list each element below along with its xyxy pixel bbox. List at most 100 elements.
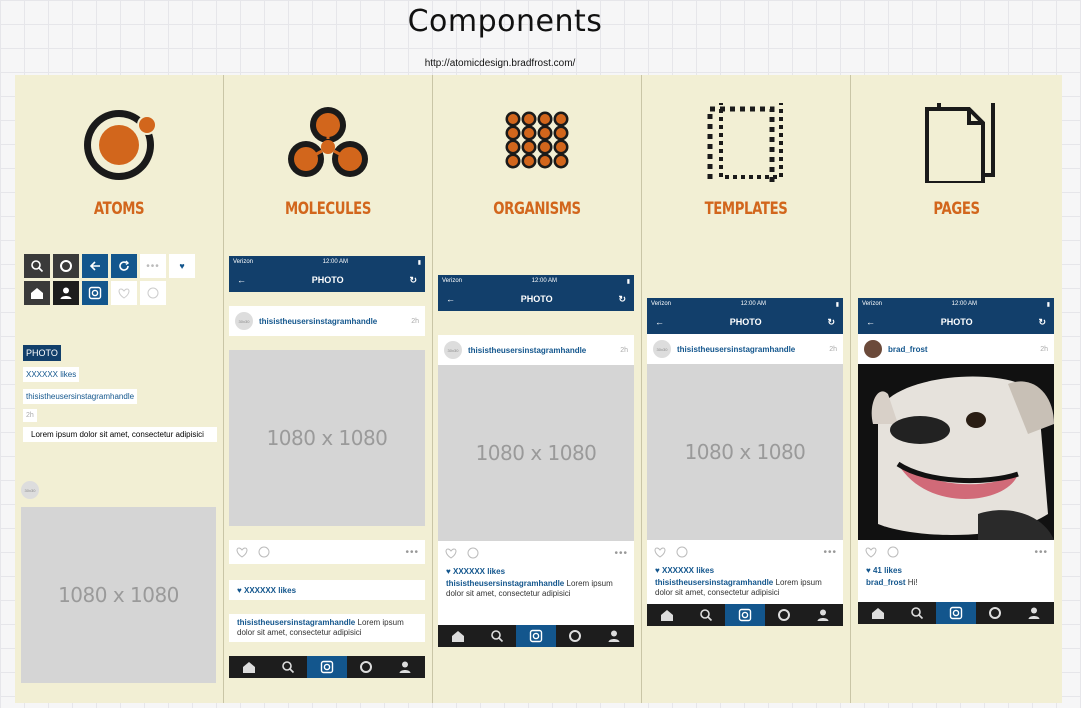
column-molecules: MOLECULES Verizon 12:00 AM ▮ ← PHOTO ↻ 30x30…: [224, 75, 433, 703]
tab-search[interactable]: [477, 625, 516, 647]
username-link[interactable]: thisistheusersinstagramhandle: [468, 346, 620, 355]
home-icon[interactable]: [24, 281, 50, 305]
clock-label: 12:00 AM: [951, 301, 978, 307]
tab-search[interactable]: [268, 656, 307, 678]
back-arrow-icon[interactable]: ←: [866, 317, 875, 327]
tab-activity[interactable]: [976, 602, 1015, 624]
molecule-phone: Verizon 12:00 AM ▮ ← PHOTO ↻ 30x30 thisistheu…: [229, 256, 425, 678]
more-dots-icon[interactable]: •••: [405, 547, 419, 558]
username-link[interactable]: brad_frost: [888, 345, 1040, 354]
time-label: 2h: [23, 409, 37, 422]
more-dots-icon[interactable]: •••: [823, 547, 837, 558]
nav-title: PHOTO: [311, 275, 344, 285]
caption-text: Lorem ipsum dolor sit amet, consectetur …: [23, 427, 217, 442]
clock-label: 12:00 AM: [322, 259, 349, 265]
user-row: 30x30 thisistheusersinstagramhandle 2h: [438, 335, 634, 365]
tab-camera[interactable]: [307, 656, 347, 678]
more-dots-icon[interactable]: •••: [614, 548, 628, 559]
caption-handle[interactable]: thisistheusersinstagramhandle: [655, 578, 773, 587]
tab-search[interactable]: [897, 602, 936, 624]
comment-icon[interactable]: [675, 545, 689, 559]
tab-home[interactable]: [229, 656, 268, 678]
nav-bar: ← PHOTO ↻: [647, 310, 843, 334]
more-dots-icon[interactable]: •••: [140, 254, 166, 278]
tab-profile[interactable]: [595, 625, 634, 647]
tab-bar: [438, 625, 634, 647]
status-bar: Verizon 12:00 AM ▮: [229, 256, 425, 268]
user-row: brad_frost 2h: [858, 334, 1054, 364]
tab-camera[interactable]: [936, 602, 976, 624]
more-dots-icon[interactable]: •••: [1034, 547, 1048, 558]
tab-home[interactable]: [858, 602, 897, 624]
comment-icon[interactable]: [140, 281, 166, 305]
activity-icon: [989, 607, 1002, 619]
profile-icon: [399, 661, 411, 673]
likes-row: ♥ XXXXXX likes: [655, 566, 715, 575]
heart-outline-icon[interactable]: [864, 545, 878, 559]
post-time: 2h: [411, 317, 419, 325]
column-title-organisms: ORGANISMS: [493, 199, 581, 219]
tab-bar: [229, 656, 425, 678]
atom-icon: [69, 103, 169, 181]
profile-icon[interactable]: [53, 281, 79, 305]
caption-row: thisistheusersinstagramhandle Lorem ipsu…: [438, 579, 634, 605]
back-arrow-icon[interactable]: ←: [655, 317, 664, 327]
comment-icon[interactable]: [886, 545, 900, 559]
tab-home[interactable]: [438, 625, 477, 647]
explore-icon[interactable]: [53, 254, 79, 278]
refresh-icon[interactable]: [111, 254, 137, 278]
tab-profile[interactable]: [386, 656, 425, 678]
home-icon: [451, 631, 464, 642]
home-icon: [660, 610, 673, 621]
tab-search[interactable]: [686, 604, 725, 626]
caption-text: Hi!: [907, 578, 918, 587]
tab-profile[interactable]: [804, 604, 843, 626]
carrier-label: Verizon: [862, 301, 883, 307]
refresh-icon[interactable]: ↻: [827, 317, 835, 328]
username-link[interactable]: thisistheusersinstagramhandle: [677, 345, 829, 354]
caption-handle[interactable]: thisistheusersinstagramhandle: [237, 618, 355, 627]
caption-handle[interactable]: brad_frost: [866, 578, 906, 587]
tab-camera[interactable]: [516, 625, 556, 647]
back-arrow-icon[interactable]: ←: [446, 294, 455, 304]
search-icon[interactable]: [24, 254, 50, 278]
caption-handle[interactable]: thisistheusersinstagramhandle: [446, 579, 564, 588]
refresh-icon[interactable]: ↻: [1038, 317, 1046, 328]
tab-activity[interactable]: [347, 656, 386, 678]
caption-row: thisistheusersinstagramhandle Lorem ipsu…: [229, 614, 425, 642]
tab-activity[interactable]: [556, 625, 595, 647]
avatar: 30x30: [21, 481, 39, 499]
tab-camera[interactable]: [725, 604, 765, 626]
clock-label: 12:00 AM: [740, 301, 767, 307]
search-icon: [490, 630, 503, 643]
tab-bar: [858, 602, 1054, 624]
tab-home[interactable]: [647, 604, 686, 626]
small-heart-icon[interactable]: ♥: [169, 254, 195, 278]
caption-row: brad_frost Hi!: [858, 578, 1054, 602]
back-arrow-icon[interactable]: ←: [237, 275, 246, 285]
column-templates: TEMPLATES Verizon 12:00 AM ▮ ← PHOTO ↻ 30x30…: [642, 75, 851, 703]
heart-outline-icon[interactable]: [235, 545, 249, 559]
pages-icon: [907, 97, 1007, 185]
likes-row: ♥ XXXXXX likes: [229, 580, 425, 600]
comment-icon[interactable]: [466, 546, 480, 560]
home-icon: [242, 662, 255, 673]
username-link[interactable]: thisistheusersinstagramhandle: [259, 317, 411, 326]
heart-outline-icon[interactable]: [653, 545, 667, 559]
refresh-icon[interactable]: ↻: [618, 294, 626, 305]
camera-icon[interactable]: [82, 281, 108, 305]
atom-icon-row-2: [24, 281, 166, 305]
back-arrow-icon[interactable]: [82, 254, 108, 278]
action-bar: •••: [858, 540, 1054, 564]
heart-outline-icon[interactable]: [111, 281, 137, 305]
tab-profile[interactable]: [1015, 602, 1054, 624]
organism-phone: Verizon 12:00 AM ▮ ← PHOTO ↻ 30x30 thisistheu…: [438, 275, 634, 647]
comment-icon[interactable]: [257, 545, 271, 559]
column-title-atoms: ATOMS: [93, 199, 145, 219]
heart-outline-icon[interactable]: [444, 546, 458, 560]
nav-title: PHOTO: [520, 294, 553, 304]
refresh-icon[interactable]: ↻: [409, 275, 417, 286]
profile-icon: [817, 609, 829, 621]
tab-activity[interactable]: [765, 604, 804, 626]
status-bar: Verizon 12:00 AM ▮: [438, 275, 634, 287]
